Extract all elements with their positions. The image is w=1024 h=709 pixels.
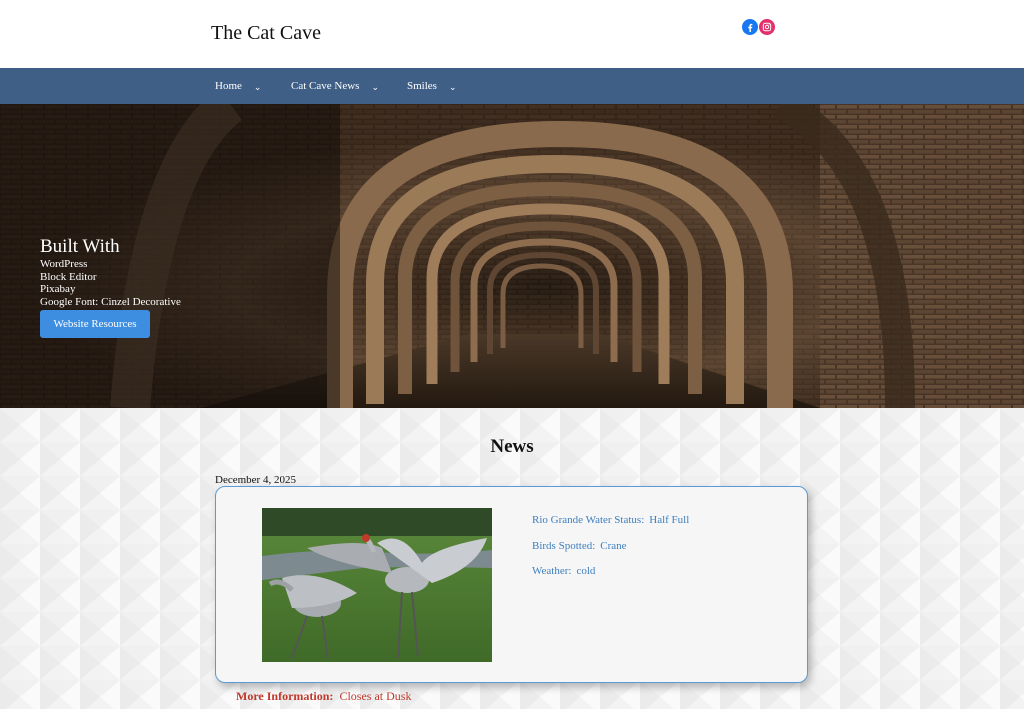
chevron-down-icon: ⌄ — [253, 81, 262, 92]
hero-line-google-font: Google Font: Cinzel Decorative — [40, 295, 181, 308]
stat-label: Rio Grande Water Status: — [532, 514, 645, 526]
hero-text: Built With WordPress Block Editor Pixaba… — [40, 236, 181, 308]
hero-cover: Built With WordPress Block Editor Pixaba… — [0, 104, 1024, 408]
main-navigation: Home ⌄ Cat Cave News ⌄ Smiles ⌄ — [0, 68, 1024, 104]
website-resources-button[interactable]: Website Resources — [40, 310, 150, 338]
stat-value: Half Full — [649, 514, 690, 526]
more-info-value: Closes at Dusk — [339, 689, 412, 703]
news-heading: News — [490, 436, 534, 457]
chevron-down-icon: ⌄ — [371, 81, 379, 92]
cranes-photo — [262, 508, 492, 662]
hero-heading: Built With — [40, 236, 120, 257]
more-information: More Information: Closes at Dusk — [236, 689, 411, 704]
nav-item-cat-cave-news[interactable]: Cat Cave News ⌄ — [291, 68, 379, 104]
stat-label: Weather: — [532, 565, 572, 577]
nav-item-label: Smiles — [407, 80, 437, 92]
stat-water-status: Rio Grande Water Status: Half Full — [532, 514, 689, 526]
site-header: The Cat Cave — [0, 0, 1024, 68]
hero-line-wordpress: WordPress — [40, 258, 88, 270]
chevron-down-icon: ⌄ — [448, 81, 457, 92]
social-links — [742, 19, 775, 35]
stat-value: cold — [576, 565, 596, 577]
news-section: News December 4, 2025 Rio Grande Water S… — [0, 408, 1024, 709]
stat-birds-spotted: Birds Spotted: Crane — [532, 540, 627, 552]
instagram-link[interactable] — [759, 19, 775, 35]
stat-value: Crane — [600, 540, 627, 552]
nav-item-label: Home — [215, 80, 242, 92]
post-date: December 4, 2025 — [215, 474, 296, 486]
facebook-link[interactable] — [742, 19, 758, 35]
hero-line-block-editor: Block Editor — [40, 270, 97, 283]
more-info-label: More Information: — [236, 689, 334, 703]
nav-item-smiles[interactable]: Smiles ⌄ — [407, 68, 457, 104]
hero-line-pixabay: Pixabay — [40, 283, 76, 295]
nav-item-label: Cat Cave News — [291, 80, 360, 92]
facebook-icon — [748, 23, 753, 32]
instagram-icon — [762, 22, 772, 32]
nav-item-home[interactable]: Home ⌄ — [215, 68, 261, 104]
stat-weather: Weather: cold — [532, 565, 595, 577]
news-post-card: Rio Grande Water Status: Half Full Birds … — [215, 486, 808, 683]
stat-label: Birds Spotted: — [532, 540, 596, 552]
site-title[interactable]: The Cat Cave — [211, 22, 321, 45]
